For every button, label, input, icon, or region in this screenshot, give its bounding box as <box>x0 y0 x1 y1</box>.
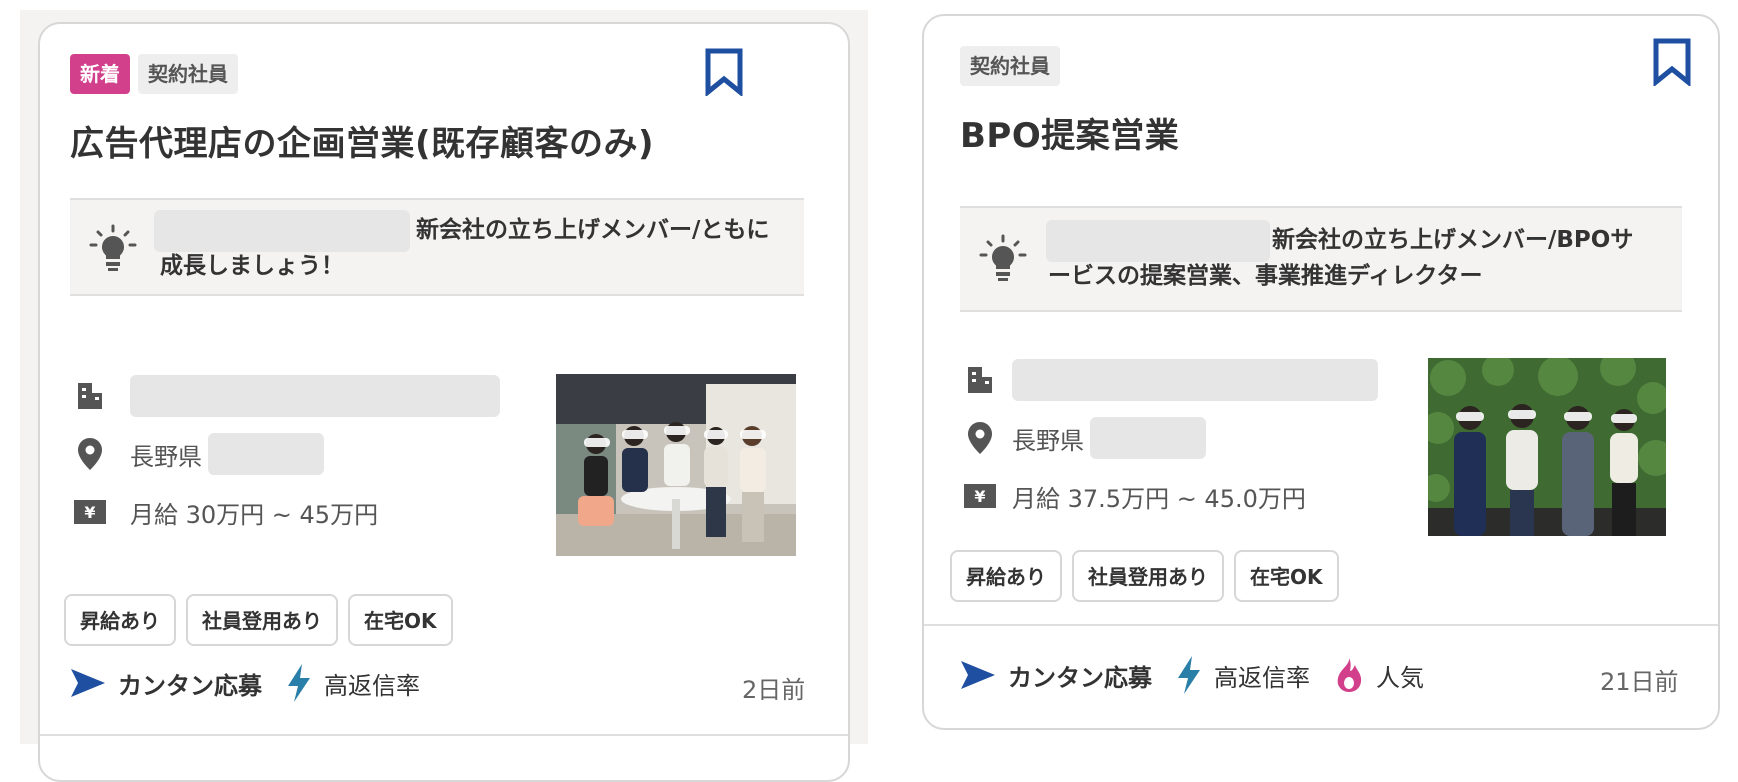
lightbulb-icon <box>979 234 1027 281</box>
catch-copy-box: 新会社の立ち上げメンバー/BPOサ ービスの提案営業、事業推進ディレクター <box>960 206 1682 312</box>
map-pin-icon <box>70 434 110 474</box>
easy-apply-label: カンタン応募 <box>118 671 262 700</box>
lightbulb-icon <box>89 224 137 271</box>
card-divider <box>40 734 848 736</box>
yen-icon: ¥ <box>960 476 1000 516</box>
popular-label: 人気 <box>1376 663 1424 692</box>
employment-type-badge: 契約社員 <box>960 46 1060 86</box>
employment-type-badge: 契約社員 <box>138 54 238 94</box>
company-row <box>70 374 500 418</box>
reply-rate-feature: 高返信率 <box>286 664 420 702</box>
redacted-company-name <box>154 210 410 252</box>
yen-icon: ¥ <box>70 492 110 532</box>
salary-row: ¥ 月給 37.5万円 ~ 45.0万円 <box>960 474 1378 518</box>
workplace-photo <box>556 374 796 556</box>
reply-rate-label: 高返信率 <box>324 671 420 700</box>
flame-icon <box>1337 658 1362 692</box>
card-footer: カンタン応募 高返信率 <box>70 664 444 702</box>
tag-raise: 昇給あり <box>64 594 176 646</box>
easy-apply-feature: カンタン応募 <box>70 666 262 701</box>
redacted-company <box>130 375 500 417</box>
location-row: 長野県 <box>960 416 1378 460</box>
tag-permanent-hire: 社員登用あり <box>1072 550 1224 602</box>
lightning-icon <box>288 664 310 702</box>
tag-list: 昇給あり 社員登用あり 在宅OK <box>64 594 453 646</box>
location-row: 長野県 <box>70 432 500 476</box>
tag-remote: 在宅OK <box>1234 550 1339 602</box>
catch-copy-line2: 成長しましょう！ <box>160 253 344 279</box>
card-divider <box>924 624 1718 626</box>
lightning-icon <box>1178 656 1200 694</box>
workplace-photo <box>1428 358 1666 536</box>
badge-group: 契約社員 <box>960 46 1060 86</box>
bookmark-icon[interactable] <box>704 48 744 96</box>
popular-feature: 人気 <box>1334 657 1424 693</box>
salary-text: 月給 37.5万円 ~ 45.0万円 <box>1012 484 1306 513</box>
tag-permanent-hire: 社員登用あり <box>186 594 338 646</box>
reply-rate-label: 高返信率 <box>1214 663 1310 692</box>
svg-text:¥: ¥ <box>974 487 985 506</box>
location-text: 長野県 <box>1012 426 1084 455</box>
redacted-city <box>208 433 324 475</box>
job-title[interactable]: BPO提案営業 <box>960 108 1179 157</box>
badge-group: 新着 契約社員 <box>70 54 238 94</box>
tag-remote: 在宅OK <box>348 594 453 646</box>
job-card[interactable]: 新着 契約社員 広告代理店の企画営業(既存顧客のみ) 新会社の立ち上げメンバー/… <box>38 22 850 782</box>
posted-date: 2日前 <box>742 676 806 704</box>
job-info-list: 長野県 ¥ 月給 37.5万円 ~ 45.0万円 <box>960 358 1378 518</box>
catch-copy-box: 新会社の立ち上げメンバー/ともに 成長しましょう！ <box>70 198 804 296</box>
send-arrow-icon <box>961 661 995 689</box>
easy-apply-feature: カンタン応募 <box>960 658 1152 693</box>
job-info-list: 長野県 ¥ 月給 30万円 ~ 45万円 <box>70 374 500 534</box>
catch-copy-line2: ービスの提案営業、事業推進ディレクター <box>1048 263 1483 289</box>
location-text: 長野県 <box>130 442 202 471</box>
catch-copy-line1: 新会社の立ち上げメンバー/BPOサ <box>1272 227 1634 253</box>
map-pin-icon <box>960 418 1000 458</box>
reply-rate-feature: 高返信率 <box>1176 656 1310 694</box>
job-card[interactable]: 契約社員 BPO提案営業 新会社の立ち上げメンバー/BPOサ ービスの提案営業、… <box>922 14 1720 730</box>
building-icon <box>70 376 110 416</box>
bookmark-icon[interactable] <box>1652 38 1692 86</box>
company-row <box>960 358 1378 402</box>
easy-apply-label: カンタン応募 <box>1008 663 1152 692</box>
redacted-company <box>1012 359 1378 401</box>
card-footer: カンタン応募 高返信率 人気 <box>960 656 1448 694</box>
svg-text:¥: ¥ <box>84 503 95 522</box>
new-badge: 新着 <box>70 54 130 94</box>
redacted-company-name <box>1046 220 1270 262</box>
job-title[interactable]: 広告代理店の企画営業(既存顧客のみ) <box>70 116 654 165</box>
salary-text: 月給 30万円 ~ 45万円 <box>130 500 379 529</box>
building-icon <box>960 360 1000 400</box>
tag-raise: 昇給あり <box>950 550 1062 602</box>
send-arrow-icon <box>71 669 105 697</box>
posted-date: 21日前 <box>1600 668 1679 696</box>
salary-row: ¥ 月給 30万円 ~ 45万円 <box>70 490 500 534</box>
redacted-city <box>1090 417 1206 459</box>
catch-copy-line1: 新会社の立ち上げメンバー/ともに <box>416 217 770 243</box>
tag-list: 昇給あり 社員登用あり 在宅OK <box>950 550 1339 602</box>
